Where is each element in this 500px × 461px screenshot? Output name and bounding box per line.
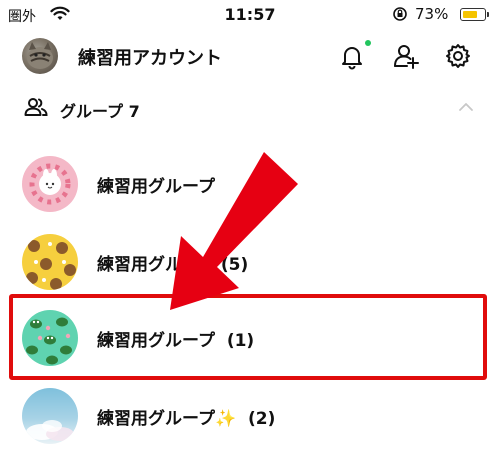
pointer-arrow bbox=[170, 152, 298, 310]
